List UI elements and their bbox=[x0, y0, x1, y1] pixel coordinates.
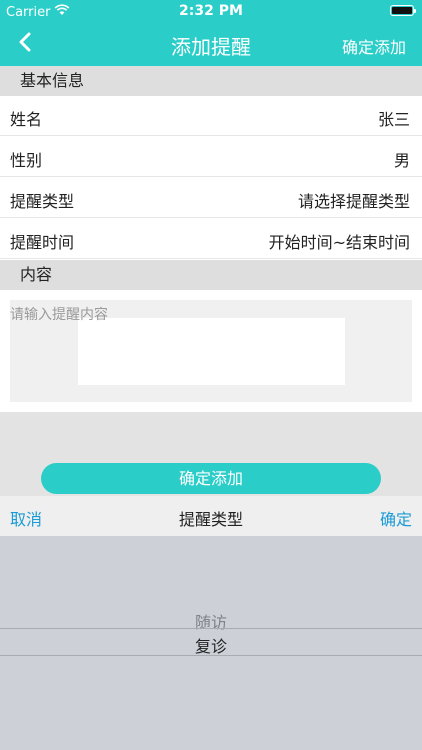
row-name[interactable]: 姓名 张三 bbox=[0, 96, 422, 136]
content-placeholder: 请输入提醒内容 bbox=[10, 307, 108, 323]
row-value: 请选择提醒类型 bbox=[297, 192, 410, 211]
picker-option-selected[interactable]: 复诊 bbox=[0, 633, 422, 657]
row-value: 张三 bbox=[377, 110, 410, 129]
section-header-basic-info: 基本信息 bbox=[0, 66, 422, 96]
status-bar: Carrier 2:32 PM bbox=[0, 0, 422, 22]
battery-level bbox=[392, 7, 412, 14]
content-area: 请输入提醒内容 bbox=[0, 290, 422, 412]
content-textarea[interactable]: 请输入提醒内容 bbox=[10, 300, 412, 402]
picker-selection-line bbox=[0, 628, 422, 629]
status-time: 2:32 PM bbox=[179, 3, 243, 19]
row-label: 姓名 bbox=[10, 110, 43, 129]
row-label: 提醒时间 bbox=[10, 233, 75, 252]
row-reminder-time[interactable]: 提醒时间 开始时间~结束时间 bbox=[0, 219, 422, 259]
confirm-add-nav-button[interactable]: 确定添加 bbox=[342, 34, 406, 58]
row-value: 开始时间~结束时间 bbox=[268, 233, 410, 252]
picker-option[interactable]: 随访 bbox=[0, 609, 422, 633]
picker-title: 提醒类型 bbox=[178, 510, 243, 529]
nav-bar: 添加提醒 确定添加 bbox=[0, 22, 422, 66]
picker-done-button[interactable]: 确定 bbox=[380, 506, 412, 530]
picker-wheel[interactable]: 随访 复诊 bbox=[0, 536, 422, 750]
picker-selection-line bbox=[0, 655, 422, 656]
section-header-content: 内容 bbox=[0, 260, 422, 290]
row-label: 提醒类型 bbox=[10, 192, 75, 211]
picker-toolbar: 取消 提醒类型 确定 bbox=[0, 496, 422, 536]
textarea-shade bbox=[10, 385, 412, 402]
row-label: 性别 bbox=[10, 151, 43, 170]
row-gender[interactable]: 性别 男 bbox=[0, 137, 422, 177]
row-reminder-type[interactable]: 提醒类型 请选择提醒类型 bbox=[0, 178, 422, 218]
confirm-add-button[interactable]: 确定添加 bbox=[41, 463, 381, 494]
row-value: 男 bbox=[393, 151, 410, 170]
battery-icon bbox=[390, 5, 416, 16]
